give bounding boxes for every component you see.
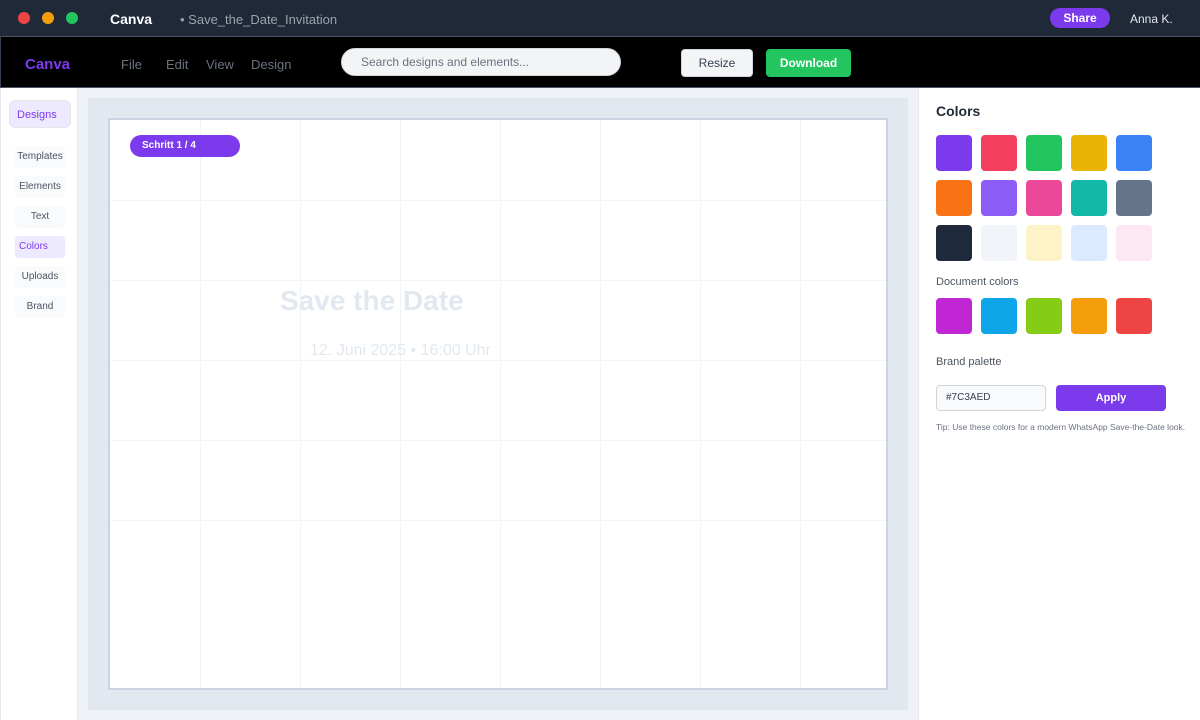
colors-panel: Colors Document colors Brand palette #7C… [918,88,1200,720]
window-minimize-button[interactable] [42,12,54,24]
canvas-area: Schritt 1 / 4 Save the Date 12. Juni 202… [88,98,908,710]
document-color-swatch[interactable] [981,298,1017,334]
sidebar-item-colors[interactable]: Colors [15,236,65,258]
color-swatch[interactable] [981,180,1017,216]
event-date-text[interactable]: 12. Juni 2025 • 16:00 Uhr [310,342,491,360]
download-button[interactable]: Download [766,49,851,77]
color-swatch[interactable] [1026,135,1062,171]
hex-color-input[interactable]: #7C3AED [936,385,1046,411]
sidebar-item-uploads[interactable]: Uploads [15,266,65,288]
grid-line [110,440,886,441]
menu-view[interactable]: View [206,57,234,72]
grid-line [700,120,701,688]
color-swatch[interactable] [1071,180,1107,216]
window-close-button[interactable] [18,12,30,24]
color-swatch[interactable] [936,180,972,216]
app-title: Canva [110,11,153,27]
color-swatch[interactable] [1116,135,1152,171]
canva-logo[interactable]: Canva [25,56,70,73]
window-maximize-button[interactable] [66,12,78,24]
user-name[interactable]: Anna K. [1130,12,1173,26]
document-color-swatch[interactable] [1116,298,1152,334]
apply-button[interactable]: Apply [1056,385,1166,411]
title-bar: Canva • Save_the_Date_Invitation Share A… [0,0,1200,36]
document-color-swatch[interactable] [1026,298,1062,334]
grid-line [200,120,201,688]
save-the-date-title[interactable]: Save the Date [280,285,464,317]
sidebar-item-designs[interactable]: Designs [9,100,71,128]
share-button[interactable]: Share [1050,8,1110,28]
document-title: • Save_the_Date_Invitation [180,12,338,27]
color-swatch[interactable] [1116,180,1152,216]
color-swatch[interactable] [1071,135,1107,171]
document-color-swatch[interactable] [936,298,972,334]
left-sidebar: Designs Templates Elements Text Colors U… [0,88,78,720]
search-input[interactable]: Search designs and elements... [341,48,621,76]
toolbar: Canva File Edit View Design Search desig… [0,36,1200,88]
sidebar-item-templates[interactable]: Templates [15,146,65,168]
grid-line [500,120,501,688]
grid-line [110,520,886,521]
panel-title: Colors [936,103,981,119]
grid-line [110,360,886,361]
artboard[interactable]: Schritt 1 / 4 Save the Date 12. Juni 202… [108,118,888,690]
color-swatch[interactable] [936,225,972,261]
color-swatch[interactable] [981,135,1017,171]
color-swatch[interactable] [1026,180,1062,216]
grid-line [300,120,301,688]
menu-edit[interactable]: Edit [166,57,188,72]
grid-line [110,280,886,281]
grid-line [800,120,801,688]
document-color-swatch[interactable] [1071,298,1107,334]
grid-line [600,120,601,688]
color-swatch[interactable] [1116,225,1152,261]
tip-text: Tip: Use these colors for a modern Whats… [936,422,1186,432]
sidebar-item-brand[interactable]: Brand [15,296,65,318]
document-colors-label: Document colors [936,276,1019,288]
sidebar-item-text[interactable]: Text [15,206,65,228]
step-badge[interactable]: Schritt 1 / 4 [130,135,240,157]
resize-button[interactable]: Resize [681,49,753,77]
color-swatch[interactable] [981,225,1017,261]
brand-palette-label: Brand palette [936,356,1002,368]
sidebar-item-elements[interactable]: Elements [15,176,65,198]
color-swatch[interactable] [1071,225,1107,261]
menu-design[interactable]: Design [251,57,291,72]
menu-file[interactable]: File [121,57,142,72]
color-swatch[interactable] [1026,225,1062,261]
color-swatch[interactable] [936,135,972,171]
grid-line [110,200,886,201]
grid-line [400,120,401,688]
